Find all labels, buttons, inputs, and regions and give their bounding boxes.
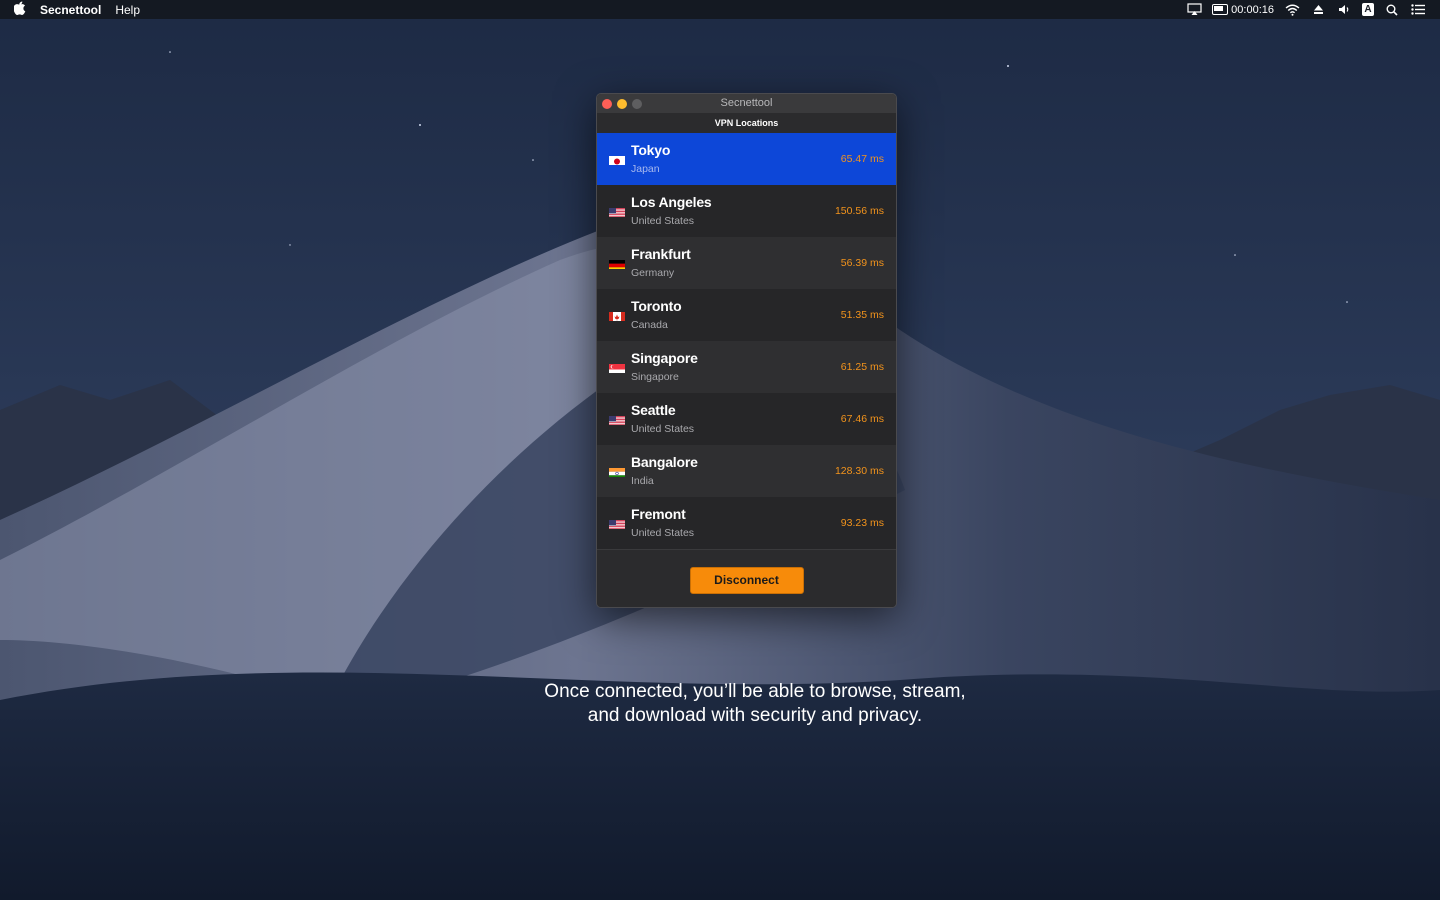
location-city: Singapore — [631, 350, 698, 366]
volume-icon[interactable] — [1336, 2, 1352, 18]
disconnect-button[interactable]: Disconnect — [689, 566, 804, 594]
status-bar-icon — [1212, 4, 1229, 15]
location-city: Tokyo — [631, 142, 671, 158]
location-country: United States — [631, 215, 695, 227]
location-country: Japan — [631, 163, 660, 175]
window-title: Secnettool — [720, 97, 773, 109]
location-ping: 150.56 ms — [834, 205, 884, 217]
info-caption: Once connected, you’ll be able to browse… — [420, 680, 1090, 728]
menu-app-name[interactable]: Secnettool — [40, 3, 101, 17]
notification-center-icon[interactable] — [1410, 2, 1426, 18]
singapore-flag-icon — [609, 362, 625, 373]
location-list: Tokyo Japan 65.47 ms Los Angeles United Stat… — [597, 133, 896, 549]
japan-flag-icon — [609, 154, 625, 165]
input-source-icon[interactable]: A — [1362, 3, 1374, 16]
location-country: United States — [631, 423, 695, 435]
wifi-icon[interactable] — [1284, 2, 1300, 18]
location-ping: 56.39 ms — [840, 257, 884, 269]
window-footer: Disconnect — [597, 549, 896, 607]
usa-flag-icon — [609, 518, 625, 529]
location-row[interactable]: Los Angeles United States 150.56 ms — [597, 185, 896, 237]
location-city: Seattle — [631, 402, 676, 418]
location-ping: 61.25 ms — [840, 361, 884, 373]
location-row[interactable]: Singapore Singapore 61.25 ms — [597, 341, 896, 393]
location-city: Toronto — [631, 298, 682, 314]
location-ping: 128.30 ms — [834, 465, 884, 477]
caption-line-2: and download with security and privacy. — [587, 705, 923, 726]
usa-flag-icon — [609, 414, 625, 425]
location-country: Canada — [631, 319, 668, 331]
india-flag-icon — [609, 466, 625, 477]
window-titlebar[interactable]: Secnettool — [597, 94, 896, 113]
location-country: Germany — [631, 267, 675, 279]
location-row[interactable]: Bangalore India 128.30 ms — [597, 445, 896, 497]
vpn-window: Secnettool VPN Locations Tokyo Japan 65.47… — [596, 93, 897, 608]
eject-icon[interactable] — [1310, 2, 1326, 18]
location-city: Fremont — [631, 506, 686, 522]
spotlight-search-icon[interactable] — [1384, 2, 1400, 18]
location-row[interactable]: Seattle United States 67.46 ms — [597, 393, 896, 445]
location-country: Singapore — [631, 371, 679, 383]
canada-flag-icon — [609, 310, 625, 321]
location-ping: 93.23 ms — [840, 517, 884, 529]
timer-text: 00:00:16 — [1231, 3, 1274, 16]
menu-help[interactable]: Help — [115, 3, 140, 17]
location-city: Bangalore — [631, 454, 698, 470]
location-city: Los Angeles — [631, 194, 712, 210]
location-country: India — [631, 475, 654, 487]
location-ping: 51.35 ms — [840, 309, 884, 321]
airplay-icon[interactable] — [1186, 2, 1202, 18]
location-city: Frankfurt — [631, 246, 691, 262]
usa-flag-icon — [609, 206, 625, 217]
caption-line-1: Once connected, you’ll be able to browse… — [544, 681, 966, 702]
location-ping: 67.46 ms — [840, 413, 884, 425]
panel-title: VPN Locations — [597, 113, 896, 133]
session-timer[interactable]: 00:00:16 — [1212, 4, 1274, 16]
location-row[interactable]: Frankfurt Germany 56.39 ms — [597, 237, 896, 289]
location-row[interactable]: Fremont United States 93.23 ms — [597, 497, 896, 549]
location-ping: 65.47 ms — [840, 153, 884, 165]
menu-bar: Secnettool Help 00:00:16 A — [0, 0, 1440, 19]
germany-flag-icon — [609, 258, 625, 269]
location-row[interactable]: Toronto Canada 51.35 ms — [597, 289, 896, 341]
location-row[interactable]: Tokyo Japan 65.47 ms — [597, 133, 896, 185]
location-country: United States — [631, 527, 695, 539]
apple-icon[interactable] — [0, 1, 40, 18]
